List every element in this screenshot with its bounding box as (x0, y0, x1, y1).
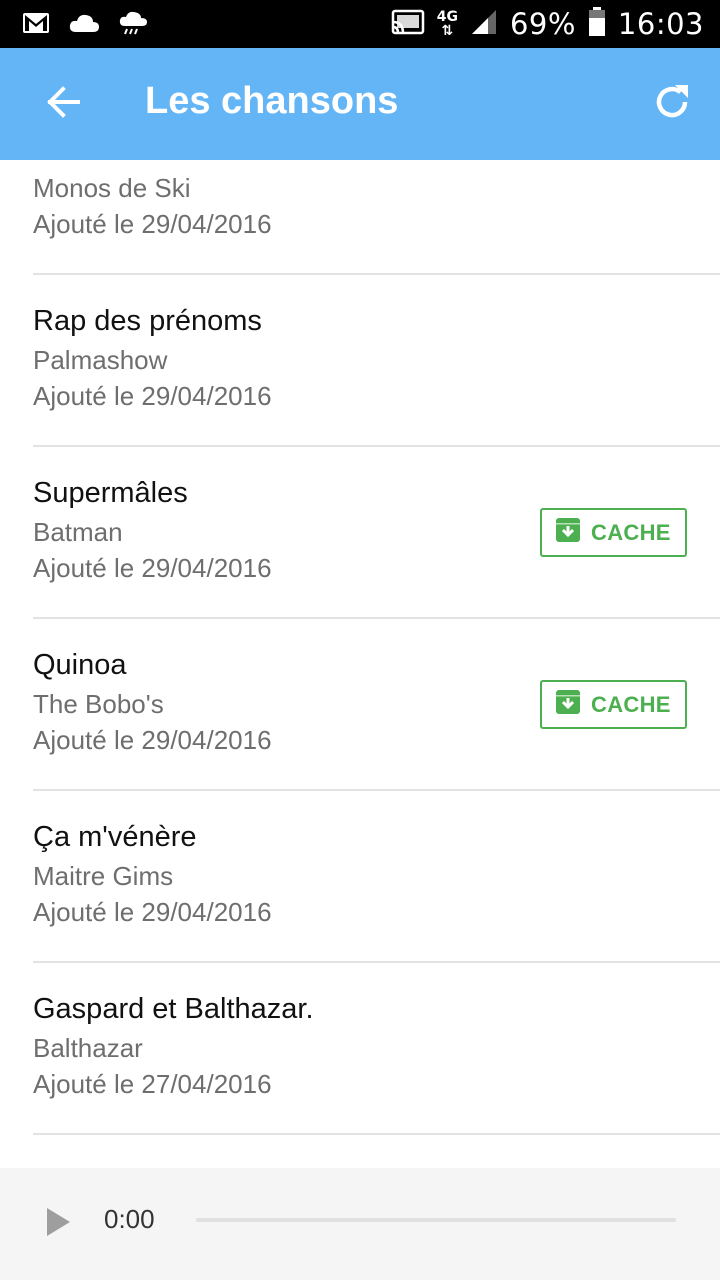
song-artist: Maitre Gims (33, 861, 174, 891)
app-bar: Les chansons (0, 48, 720, 160)
song-title: Rap des prénoms (33, 305, 262, 337)
playback-time: 0:00 (104, 1204, 155, 1234)
weather-cloud-icon (118, 10, 148, 41)
back-button[interactable] (28, 76, 100, 132)
play-icon (45, 1207, 71, 1242)
song-item[interactable]: Quinoa The Bobo's Ajouté le 29/04/2016 C… (0, 619, 720, 791)
song-item[interactable]: Ça m'vénère Maitre Gims Ajouté le 29/04/… (0, 791, 720, 963)
song-artist: Balthazar (33, 1033, 143, 1063)
cloud-icon (68, 12, 100, 39)
song-title: Quinoa (33, 649, 127, 681)
archive-download-icon (555, 689, 581, 720)
song-title: Ça m'vénère (33, 821, 197, 853)
signal-icon (470, 8, 498, 41)
song-date: Ajouté le 27/04/2016 (33, 1069, 272, 1099)
page-title: Les chansons (145, 80, 399, 122)
song-date: Ajouté le 29/04/2016 (33, 209, 272, 239)
gmail-icon (22, 11, 50, 40)
song-date: Ajouté le 29/04/2016 (33, 381, 272, 411)
battery-percent: 69% (509, 7, 576, 41)
song-list: Monos de Ski Monos de Ski Ajouté le 29/0… (0, 103, 720, 1135)
song-artist: Batman (33, 517, 123, 547)
song-date: Ajouté le 29/04/2016 (33, 897, 272, 927)
song-title: Supermâles (33, 477, 188, 509)
status-bar: 4G ⇅ 69% 16:03 (0, 0, 720, 48)
song-item[interactable]: Supermâles Batman Ajouté le 29/04/2016 C… (0, 447, 720, 619)
song-artist: The Bobo's (33, 689, 164, 719)
audio-player: 0:00 (0, 1168, 720, 1280)
song-artist: Palmashow (33, 345, 168, 375)
refresh-icon (652, 82, 692, 127)
cache-button[interactable]: CACHE (540, 680, 687, 729)
arrow-back-icon (46, 85, 82, 123)
system-icons: 4G ⇅ 69% 16:03 (391, 0, 704, 48)
song-artist: Monos de Ski (33, 173, 191, 203)
song-title: Gaspard et Balthazar. (33, 993, 314, 1025)
notification-icons (22, 10, 148, 41)
song-item[interactable]: Rap des prénoms Palmashow Ajouté le 29/0… (0, 275, 720, 447)
song-date: Ajouté le 29/04/2016 (33, 725, 272, 755)
cache-label: CACHE (591, 691, 671, 717)
battery-icon (588, 6, 606, 42)
cast-icon (391, 9, 425, 40)
network-type: 4G ⇅ (436, 9, 458, 39)
seek-bar[interactable] (196, 1218, 676, 1222)
song-item[interactable]: Gaspard et Balthazar. Balthazar Ajouté l… (0, 963, 720, 1135)
archive-download-icon (555, 517, 581, 548)
cache-button[interactable]: CACHE (540, 508, 687, 557)
play-button[interactable] (36, 1202, 80, 1246)
refresh-button[interactable] (642, 76, 702, 132)
song-date: Ajouté le 29/04/2016 (33, 553, 272, 583)
clock: 16:03 (617, 7, 704, 41)
cache-label: CACHE (591, 519, 671, 545)
